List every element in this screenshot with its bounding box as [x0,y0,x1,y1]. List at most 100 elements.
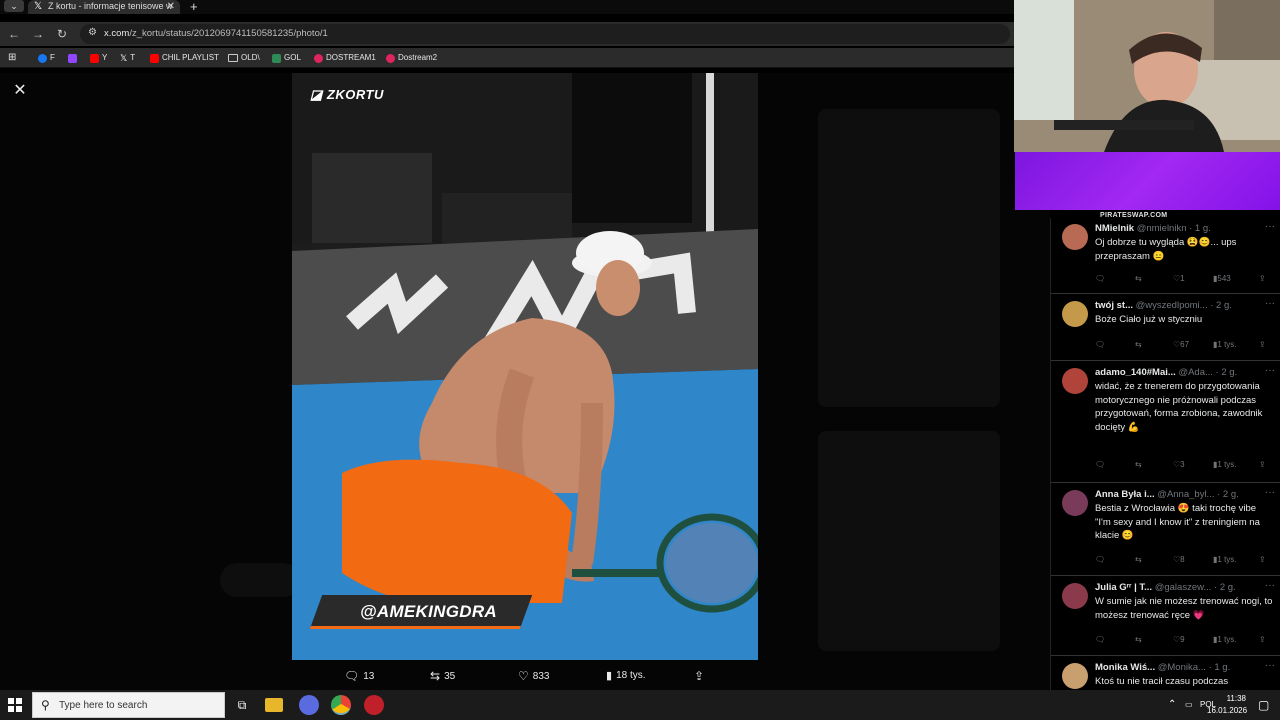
apps-grid-icon[interactable]: ⊞ [8,52,16,64]
views-button[interactable]: ▮ 543 [1213,274,1231,283]
bar-chart-icon: ▮ [606,670,613,682]
repost-icon: ⇆ [430,669,441,683]
share-icon[interactable]: ⇪ [1259,555,1266,564]
dostream-icon [386,53,395,63]
views-button[interactable]: ▮ 1 tys. [1213,340,1237,349]
app-icon[interactable] [299,695,319,715]
repost-icon[interactable]: ⇆ [1135,635,1142,644]
bookmark-youtube[interactable]: Y [90,52,107,64]
windows-start-icon[interactable] [8,698,22,712]
tray-network-icon[interactable]: ▭ [1185,700,1193,709]
more-icon[interactable]: ··· [1265,365,1275,376]
new-tab-button[interactable]: + [190,0,198,14]
twitch-icon [68,53,77,63]
reply-text: Ktoś tu nie tracił czasu podczas [1095,676,1229,687]
screen: ⌄ 𝕏 Z kortu - informacje tenisowe w ✕ + … [0,0,1280,720]
avatar[interactable] [1062,490,1088,516]
like-button[interactable]: ♡ 8 [1173,555,1185,564]
tray-chevron-icon[interactable]: ⌃ [1168,699,1176,710]
reply-icon[interactable]: 🗨 [1095,635,1105,644]
bookmark-dostream2[interactable]: Dostream2 [386,52,437,64]
file-explorer-icon[interactable] [265,698,283,712]
clock-time[interactable]: 11:38 [1218,694,1246,703]
avatar[interactable] [1062,301,1088,327]
reload-icon[interactable]: ↻ [54,26,70,42]
reply-header: NMielnik @nmielnikn · 1 g. [1095,223,1211,234]
views-button[interactable]: ▮ 1 tys. [1213,635,1237,644]
repost-icon[interactable]: ⇆ [1135,460,1142,469]
bookmark-twitch[interactable] [68,52,77,64]
more-icon[interactable]: ··· [1265,487,1275,498]
bookmark-dostream1[interactable]: DOSTREAM1 [314,52,376,64]
bookmark-old-folder[interactable]: OLD\ [228,52,260,64]
reply-text: W sumie jak nie możesz trenować nogi, to… [1095,596,1273,621]
reply-item[interactable]: Julia Gʳʳ | T... @galaszew... · 2 g. ···… [1051,577,1280,656]
reply-button[interactable]: 🗨 13 [344,669,374,683]
reply-header: twój st... @wyszedlpomi... · 2 g. [1095,300,1232,311]
like-button[interactable]: ♡ 1 [1173,274,1185,283]
bookmark-chil-playlist[interactable]: CHIL PLAYLIST [150,52,219,64]
taskbar-search-input[interactable]: ⚲ Type here to search [32,692,225,718]
repost-button[interactable]: ⇆ 35 [430,669,455,683]
chrome-icon[interactable] [331,695,351,715]
like-button[interactable]: ♡ 833 [518,669,549,683]
reply-item[interactable]: Anna Była i... @Anna_byl... · 2 g. ··· B… [1051,484,1280,576]
stream-banner [1015,152,1280,210]
reply-item[interactable]: twój st... @wyszedlpomi... · 2 g. ··· Bo… [1051,295,1280,361]
clock-date[interactable]: 16.01.2026 [1207,706,1247,715]
share-button[interactable]: ⇪ [694,669,704,683]
address-bar[interactable]: ⚙ x.com/z_kortu/status/20120697411505812… [80,24,1010,44]
reply-item[interactable]: NMielnik @nmielnikn · 1 g. ··· Oj dobrze… [1051,218,1280,294]
recording-app-icon[interactable] [364,695,384,715]
share-icon[interactable]: ⇪ [1259,340,1266,349]
reply-icon[interactable]: 🗨 [1095,555,1105,564]
back-icon[interactable]: ← [6,26,22,42]
reply-item[interactable]: adamo_140#Mai... @Ada... · 2 g. ··· wida… [1051,362,1280,483]
more-icon[interactable]: ··· [1265,660,1275,671]
bookmark-facebook[interactable]: F [38,52,55,64]
site-info-icon[interactable]: ⚙ [88,27,97,38]
more-icon[interactable]: ··· [1265,580,1275,591]
x-logo-icon: 𝕏 [120,53,128,63]
more-icon[interactable]: ··· [1265,298,1275,309]
repost-icon[interactable]: ⇆ [1135,555,1142,564]
views-button[interactable]: ▮ 18 tys. [606,669,646,682]
share-icon[interactable]: ⇪ [1259,274,1266,283]
close-tab-icon[interactable]: ✕ [167,0,175,13]
bookmark-gol[interactable]: GOL [272,52,301,64]
replies-panel: NMielnik @nmielnikn · 1 g. ··· Oj dobrze… [1050,218,1280,690]
like-button[interactable]: ♡ 3 [1173,460,1185,469]
share-icon[interactable]: ⇪ [1259,635,1266,644]
tab-active[interactable]: 𝕏 Z kortu - informacje tenisowe w ✕ [28,0,180,14]
avatar[interactable] [1062,583,1088,609]
close-icon[interactable]: ✕ [12,83,28,99]
tennis-player-photo [292,73,758,660]
avatar[interactable] [1062,224,1088,250]
views-button[interactable]: ▮ 1 tys. [1213,460,1237,469]
avatar[interactable] [1062,663,1088,689]
views-button[interactable]: ▮ 1 tys. [1213,555,1237,564]
like-button[interactable]: ♡ 67 [1173,340,1189,349]
repost-icon[interactable]: ⇆ [1135,274,1142,283]
notifications-icon[interactable]: ▢ [1258,698,1269,712]
task-view-icon[interactable]: ⧉ [232,695,252,715]
webcam-overlay [1014,0,1280,152]
reply-icon[interactable]: 🗨 [1095,274,1105,283]
reply-item[interactable]: Monika Wiś... @Monika... · 1 g. ··· Ktoś… [1051,657,1280,690]
like-button[interactable]: ♡ 9 [1173,635,1185,644]
reply-action-bar: 🗨 ⇆ ♡ 9 ▮ 1 tys. ⇪ [1095,635,1275,647]
share-icon[interactable]: ⇪ [1259,460,1266,469]
reply-icon[interactable]: 🗨 [1095,340,1105,349]
more-icon[interactable]: ··· [1265,221,1275,232]
photo-viewer: ✕ ◪ ZKORTU @AMEKINGDRA 🗨 13 ⇆ 35 ♡ 833 ▮… [0,73,1050,690]
tab-search-button[interactable]: ⌄ [4,0,24,12]
bookmark-x[interactable]: 𝕏T [120,52,135,64]
tweet-photo[interactable]: ◪ ZKORTU @AMEKINGDRA [292,73,758,660]
reply-icon[interactable]: 🗨 [1095,460,1105,469]
reply-icon: 🗨 [344,669,360,683]
reply-header: adamo_140#Mai... @Ada... · 2 g. [1095,367,1238,378]
repost-icon[interactable]: ⇆ [1135,340,1142,349]
forward-icon[interactable]: → [30,26,46,42]
avatar[interactable] [1062,368,1088,394]
windows-taskbar: ⚲ Type here to search ⧉ ⌃ ▭ POL 11:38 16… [0,690,1280,720]
